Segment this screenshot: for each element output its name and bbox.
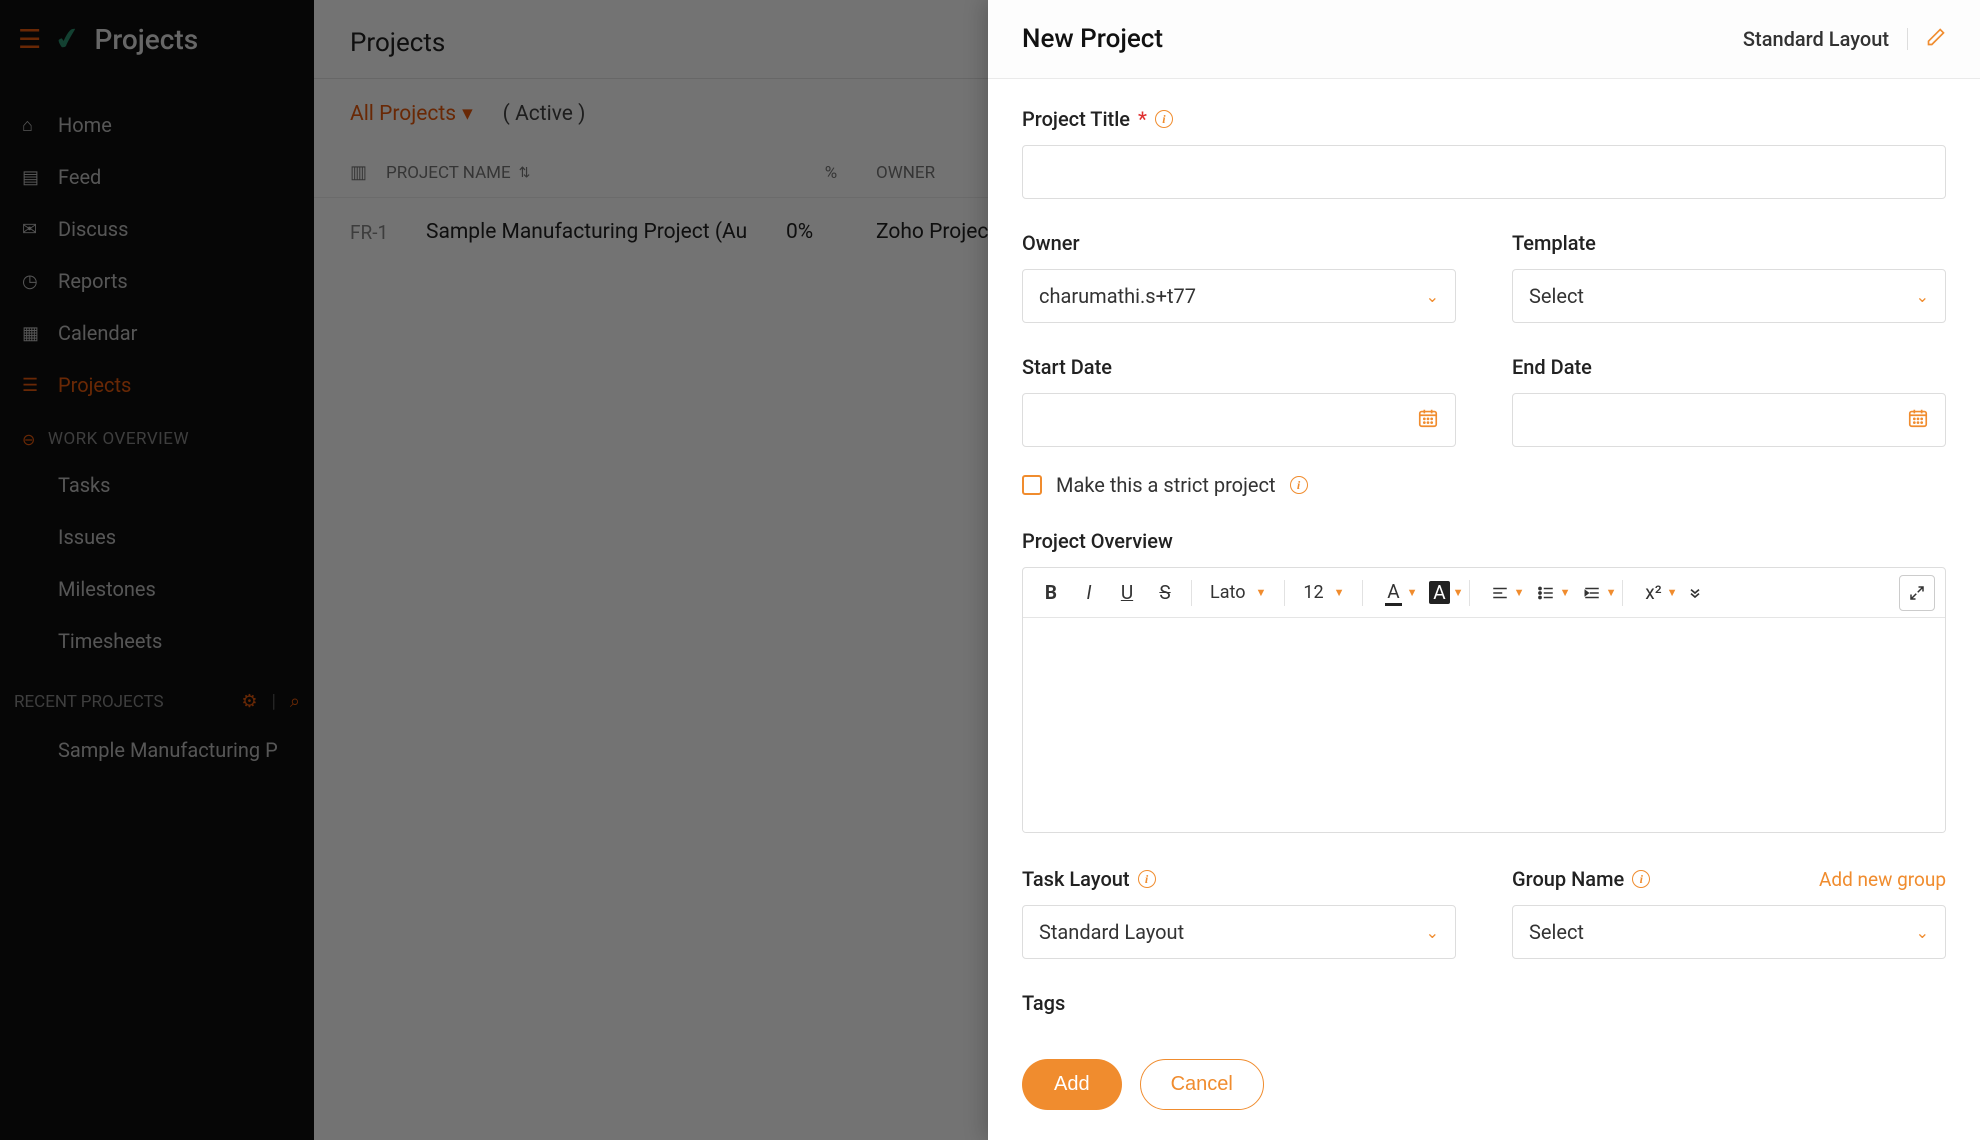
- panel-title: New Project: [1022, 24, 1163, 54]
- underline-button[interactable]: U: [1109, 575, 1145, 611]
- align-button[interactable]: ▼: [1478, 575, 1522, 611]
- field-label-text: End Date: [1512, 355, 1592, 379]
- chevron-down-icon: ▼: [1334, 586, 1345, 599]
- rte-toolbar: B I U S Lato ▼ 12 ▼ A ▼: [1023, 568, 1945, 618]
- chevron-down-icon: ⌄: [1916, 923, 1929, 942]
- chevron-down-icon: ▼: [1560, 586, 1571, 599]
- font-name: Lato: [1210, 582, 1245, 603]
- divider: [1907, 28, 1908, 50]
- superscript-button[interactable]: x² ▼: [1631, 575, 1675, 611]
- panel-footer: Add Cancel: [988, 1039, 1980, 1140]
- field-label-text: Group Name: [1512, 867, 1624, 891]
- strict-project-checkbox-row: Make this a strict project i: [1022, 473, 1946, 497]
- calendar-icon: [1907, 407, 1929, 434]
- chevron-down-icon: ⌄: [1426, 923, 1439, 942]
- task-layout-value: Standard Layout: [1039, 920, 1184, 944]
- chevron-down-icon: ⌄: [1426, 287, 1439, 306]
- cancel-button[interactable]: Cancel: [1140, 1059, 1264, 1110]
- field-label-text: Project Overview: [1022, 529, 1173, 553]
- strict-project-checkbox[interactable]: [1022, 475, 1042, 495]
- group-name-field: Group Name i Add new group Select ⌄: [1512, 867, 1946, 959]
- field-label-text: Task Layout: [1022, 867, 1130, 891]
- separator: [1191, 580, 1192, 606]
- superscript-label: x²: [1645, 581, 1661, 604]
- field-label-text: Project Title: [1022, 107, 1130, 131]
- panel-body: Project Title * i Owner charumathi.s+t77 …: [988, 79, 1980, 1039]
- group-name-value: Select: [1529, 920, 1584, 944]
- start-date-input[interactable]: [1022, 393, 1456, 447]
- field-label-text: Template: [1512, 231, 1596, 255]
- chevron-down-icon: ▼: [1514, 586, 1525, 599]
- chevron-down-icon: ▼: [1606, 586, 1617, 599]
- separator: [1284, 580, 1285, 606]
- group-name-select[interactable]: Select ⌄: [1512, 905, 1946, 959]
- add-new-group-link[interactable]: Add new group: [1819, 868, 1946, 891]
- chevron-down-icon: ⌄: [1916, 287, 1929, 306]
- more-button[interactable]: [1677, 575, 1713, 611]
- list-button[interactable]: ▼: [1524, 575, 1568, 611]
- info-icon[interactable]: i: [1632, 870, 1650, 888]
- template-field: Template Select ⌄: [1512, 231, 1946, 323]
- template-value: Select: [1529, 284, 1584, 308]
- font-family-select[interactable]: Lato ▼: [1200, 582, 1276, 603]
- separator: [1362, 580, 1363, 606]
- chevron-down-icon: ▼: [1255, 586, 1266, 599]
- start-date-field: Start Date: [1022, 355, 1456, 447]
- field-label-text: Tags: [1022, 991, 1065, 1015]
- project-overview-editor: B I U S Lato ▼ 12 ▼ A ▼: [1022, 567, 1946, 833]
- project-title-field: Project Title * i: [1022, 107, 1946, 199]
- separator: [1622, 580, 1623, 606]
- bold-button[interactable]: B: [1033, 575, 1069, 611]
- strict-project-label: Make this a strict project: [1056, 473, 1276, 497]
- end-date-input[interactable]: [1512, 393, 1946, 447]
- chevron-down-icon: ▼: [1407, 586, 1418, 599]
- calendar-icon: [1417, 407, 1439, 434]
- field-label-text: Owner: [1022, 231, 1080, 255]
- edit-layout-icon[interactable]: [1926, 27, 1946, 52]
- panel-header: New Project Standard Layout: [988, 0, 1980, 79]
- font-size: 12: [1303, 582, 1323, 603]
- expand-button[interactable]: [1899, 575, 1935, 611]
- owner-select[interactable]: charumathi.s+t77 ⌄: [1022, 269, 1456, 323]
- template-select[interactable]: Select ⌄: [1512, 269, 1946, 323]
- field-label-text: Start Date: [1022, 355, 1112, 379]
- owner-field: Owner charumathi.s+t77 ⌄: [1022, 231, 1456, 323]
- task-layout-select[interactable]: Standard Layout ⌄: [1022, 905, 1456, 959]
- italic-button[interactable]: I: [1071, 575, 1107, 611]
- info-icon[interactable]: i: [1290, 476, 1308, 494]
- task-layout-field: Task Layout i Standard Layout ⌄: [1022, 867, 1456, 959]
- new-project-panel: New Project Standard Layout Project Titl…: [988, 0, 1980, 1140]
- chevron-down-icon: ▼: [1453, 586, 1464, 599]
- separator: [1469, 580, 1470, 606]
- info-icon[interactable]: i: [1155, 110, 1173, 128]
- strikethrough-button[interactable]: S: [1147, 575, 1183, 611]
- chevron-down-icon: ▼: [1667, 586, 1678, 599]
- bg-color-button[interactable]: A ▼: [1417, 575, 1461, 611]
- layout-label: Standard Layout: [1743, 27, 1889, 51]
- owner-value: charumathi.s+t77: [1039, 284, 1196, 308]
- end-date-field: End Date: [1512, 355, 1946, 447]
- overview-textarea[interactable]: [1023, 618, 1945, 832]
- text-color-button[interactable]: A ▼: [1371, 575, 1415, 611]
- add-button[interactable]: Add: [1022, 1059, 1122, 1110]
- info-icon[interactable]: i: [1138, 870, 1156, 888]
- font-size-select[interactable]: 12 ▼: [1293, 582, 1354, 603]
- indent-button[interactable]: ▼: [1570, 575, 1614, 611]
- project-title-input[interactable]: [1022, 145, 1946, 199]
- required-asterisk: *: [1138, 107, 1147, 131]
